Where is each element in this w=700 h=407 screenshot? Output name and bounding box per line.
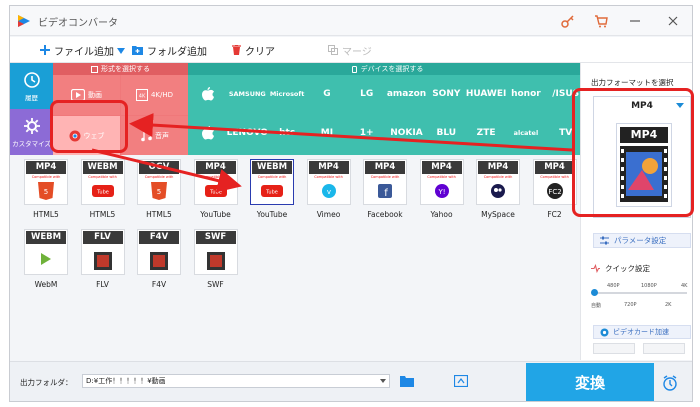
annotation-arrows: [91, 113, 573, 193]
arrow-web-to-youtube: [91, 148, 242, 193]
arrow-output-to-web: [129, 113, 573, 152]
